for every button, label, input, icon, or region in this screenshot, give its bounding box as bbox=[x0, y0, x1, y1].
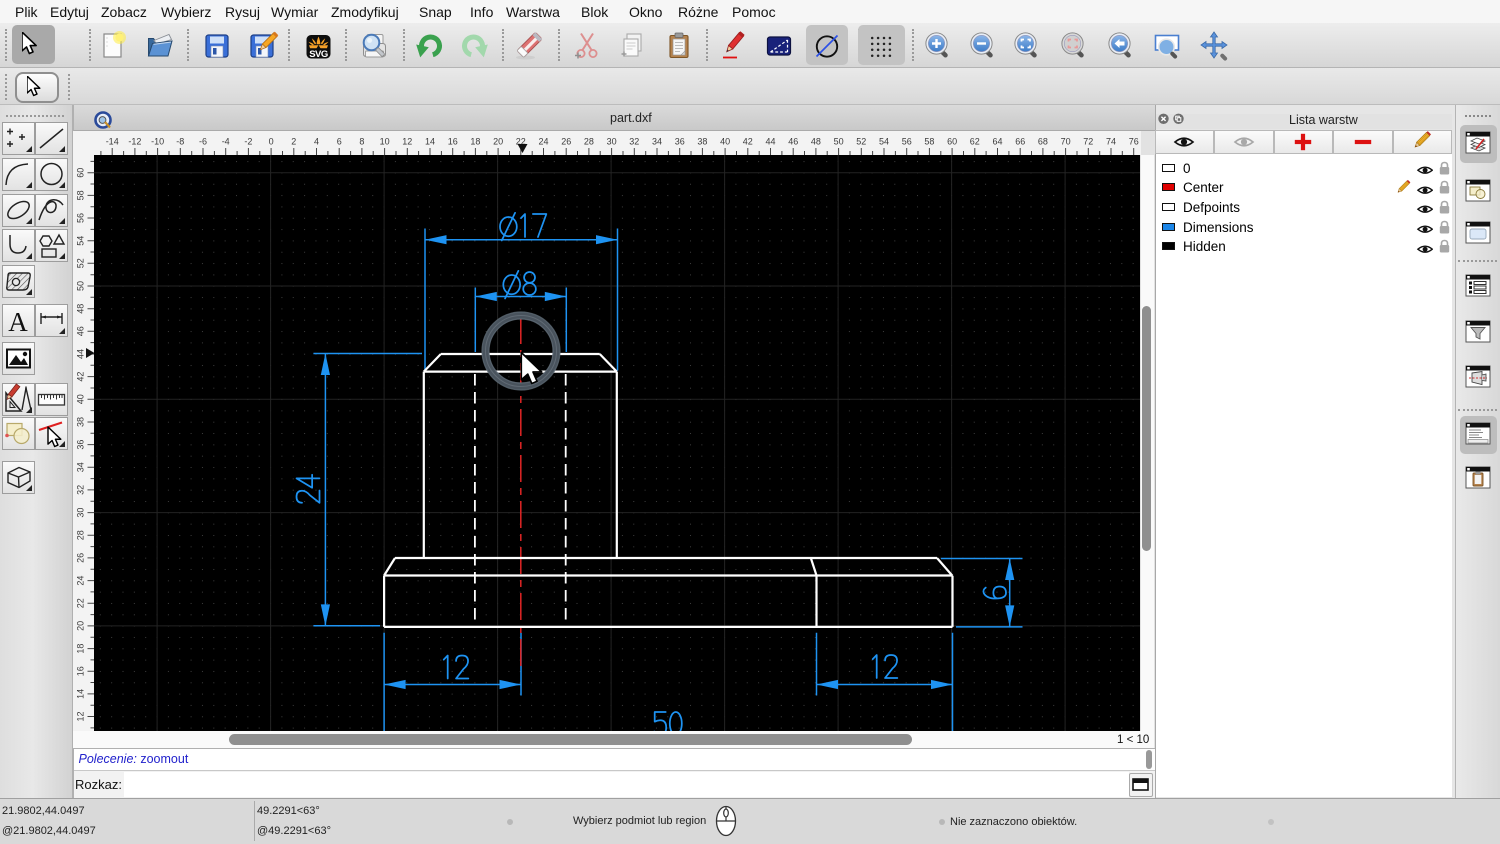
svg-text:12: 12 bbox=[402, 137, 412, 147]
svg-text:52: 52 bbox=[75, 258, 85, 268]
svg-text:2: 2 bbox=[291, 137, 296, 147]
svg-text:42: 42 bbox=[75, 372, 85, 382]
svg-text:-14: -14 bbox=[105, 137, 118, 147]
svg-text:68: 68 bbox=[1037, 137, 1047, 147]
svg-text:74: 74 bbox=[1105, 137, 1115, 147]
svg-text:16: 16 bbox=[447, 137, 457, 147]
svg-text:-4: -4 bbox=[221, 137, 229, 147]
svg-text:28: 28 bbox=[75, 530, 85, 540]
svg-text:58: 58 bbox=[924, 137, 934, 147]
svg-text:50: 50 bbox=[75, 281, 85, 291]
svg-text:60: 60 bbox=[75, 168, 85, 178]
svg-text:52: 52 bbox=[856, 137, 866, 147]
svg-text:66: 66 bbox=[1015, 137, 1025, 147]
svg-text:34: 34 bbox=[75, 462, 85, 472]
svg-text:48: 48 bbox=[75, 304, 85, 314]
svg-text:36: 36 bbox=[75, 440, 85, 450]
svg-text:24: 24 bbox=[538, 137, 548, 147]
svg-text:46: 46 bbox=[788, 137, 798, 147]
svg-text:14: 14 bbox=[75, 689, 85, 699]
svg-text:18: 18 bbox=[470, 137, 480, 147]
svg-text:4: 4 bbox=[313, 137, 318, 147]
svg-text:0: 0 bbox=[268, 137, 273, 147]
svg-text:48: 48 bbox=[810, 137, 820, 147]
svg-text:64: 64 bbox=[992, 137, 1002, 147]
svg-text:46: 46 bbox=[75, 326, 85, 336]
svg-text:12: 12 bbox=[75, 711, 85, 721]
svg-text:62: 62 bbox=[969, 137, 979, 147]
svg-text:38: 38 bbox=[697, 137, 707, 147]
svg-text:32: 32 bbox=[629, 137, 639, 147]
svg-text:-8: -8 bbox=[176, 137, 184, 147]
svg-text:30: 30 bbox=[75, 508, 85, 518]
svg-text:A: A bbox=[8, 307, 28, 337]
svg-text:40: 40 bbox=[75, 394, 85, 404]
svg-text:28: 28 bbox=[583, 137, 593, 147]
svg-text:14: 14 bbox=[424, 137, 434, 147]
svg-text:54: 54 bbox=[878, 137, 888, 147]
svg-text:42: 42 bbox=[742, 137, 752, 147]
svg-text:32: 32 bbox=[75, 485, 85, 495]
svg-text:50: 50 bbox=[833, 137, 843, 147]
svg-text:8: 8 bbox=[359, 137, 364, 147]
svg-text:-2: -2 bbox=[244, 137, 252, 147]
svg-text:-10: -10 bbox=[151, 137, 164, 147]
svg-text:58: 58 bbox=[75, 190, 85, 200]
svg-text:-12: -12 bbox=[128, 137, 141, 147]
svg-text:26: 26 bbox=[561, 137, 571, 147]
svg-text:-6: -6 bbox=[198, 137, 206, 147]
svg-text:22: 22 bbox=[75, 598, 85, 608]
svg-text:54: 54 bbox=[75, 236, 85, 246]
svg-text:60: 60 bbox=[947, 137, 957, 147]
svg-text:30: 30 bbox=[606, 137, 616, 147]
svg-text:38: 38 bbox=[75, 417, 85, 427]
svg-text:72: 72 bbox=[1083, 137, 1093, 147]
svg-text:34: 34 bbox=[651, 137, 661, 147]
svg-text:56: 56 bbox=[901, 137, 911, 147]
svg-text:16: 16 bbox=[75, 666, 85, 676]
svg-text:40: 40 bbox=[720, 137, 730, 147]
svg-text:6: 6 bbox=[336, 137, 341, 147]
svg-text:SVG: SVG bbox=[309, 49, 328, 60]
svg-text:24: 24 bbox=[75, 576, 85, 586]
svg-text:36: 36 bbox=[674, 137, 684, 147]
svg-text:10: 10 bbox=[379, 137, 389, 147]
svg-text:20: 20 bbox=[493, 137, 503, 147]
svg-text:18: 18 bbox=[75, 644, 85, 654]
svg-text:76: 76 bbox=[1128, 137, 1138, 147]
svg-text:44: 44 bbox=[75, 349, 85, 359]
svg-text:70: 70 bbox=[1060, 137, 1070, 147]
svg-text:44: 44 bbox=[765, 137, 775, 147]
svg-text:26: 26 bbox=[75, 553, 85, 563]
svg-text:56: 56 bbox=[75, 213, 85, 223]
svg-text:20: 20 bbox=[75, 621, 85, 631]
